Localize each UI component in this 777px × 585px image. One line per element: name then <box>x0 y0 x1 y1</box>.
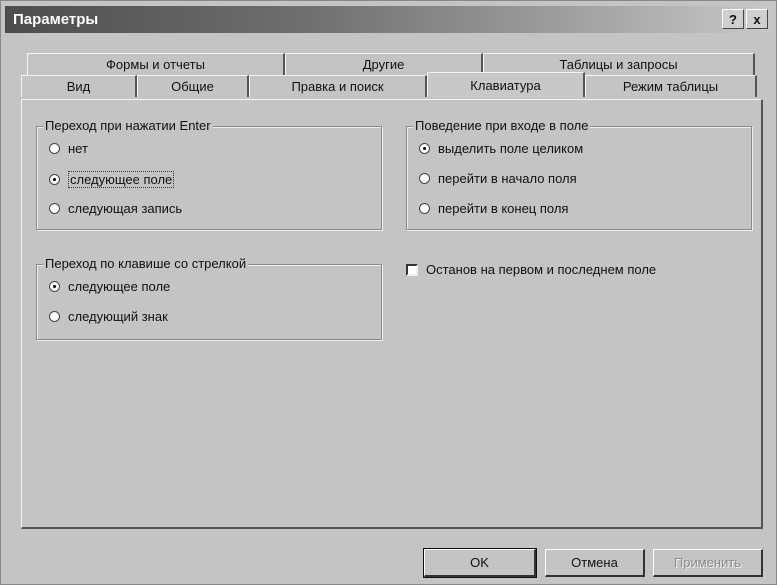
help-button[interactable]: ? <box>722 9 744 29</box>
option-label: перейти в начало поля <box>438 171 577 186</box>
radio-icon <box>49 203 60 214</box>
close-icon: x <box>753 11 761 27</box>
tab-row-bottom: Вид Общие Правка и поиск Клавиатура Режи… <box>21 72 757 97</box>
radio-selected-icon <box>49 174 60 185</box>
field-entry-group: Поведение при входе в поле выделить поле… <box>406 118 752 230</box>
tab-datasheet[interactable]: Режим таблицы <box>585 75 757 97</box>
radio-enter-none[interactable]: нет <box>49 141 88 156</box>
group-legend: Переход по клавише со стрелкой <box>43 256 249 271</box>
radio-select-whole-field[interactable]: выделить поле целиком <box>419 141 583 156</box>
options-dialog: Параметры ? x Формы и отчеты Другие Табл… <box>0 0 777 585</box>
radio-icon <box>419 173 430 184</box>
window-title: Параметры <box>13 11 99 28</box>
option-label: перейти в конец поля <box>438 201 569 216</box>
apply-button[interactable]: Применить <box>653 549 763 577</box>
checkbox-icon <box>406 263 418 276</box>
arrow-key-group: Переход по клавише со стрелкой следующее… <box>36 256 382 340</box>
radio-icon <box>419 203 430 214</box>
title-buttons: ? x <box>722 9 768 29</box>
option-label: выделить поле целиком <box>438 141 584 156</box>
cancel-button[interactable]: Отмена <box>545 549 645 577</box>
radio-icon <box>49 143 60 154</box>
close-button[interactable]: x <box>746 9 768 29</box>
tab-view[interactable]: Вид <box>21 75 137 97</box>
option-label: следующий знак <box>68 309 168 324</box>
tab-general[interactable]: Общие <box>137 75 249 97</box>
radio-arrow-next-field[interactable]: следующее поле <box>49 279 170 294</box>
enter-key-group: Переход при нажатии Enter нет следующее … <box>36 118 382 230</box>
option-label: следующая запись <box>68 201 183 216</box>
option-label: нет <box>68 141 88 156</box>
radio-enter-next-record[interactable]: следующая запись <box>49 201 182 216</box>
radio-selected-icon <box>419 143 430 154</box>
radio-go-to-start[interactable]: перейти в начало поля <box>419 171 577 186</box>
ok-button[interactable]: OK <box>423 548 537 578</box>
keyboard-tab-panel: Переход при нажатии Enter нет следующее … <box>21 99 763 529</box>
group-legend: Переход при нажатии Enter <box>43 118 213 133</box>
option-label: следующее поле <box>68 279 171 294</box>
stop-at-first-last-checkbox[interactable]: Останов на первом и последнем поле <box>406 262 656 277</box>
radio-go-to-end[interactable]: перейти в конец поля <box>419 201 568 216</box>
radio-enter-next-field[interactable]: следующее поле <box>49 171 175 188</box>
radio-arrow-next-char[interactable]: следующий знак <box>49 309 168 324</box>
tab-edit-find[interactable]: Правка и поиск <box>249 75 427 97</box>
help-icon: ? <box>729 11 737 27</box>
tab-keyboard[interactable]: Клавиатура <box>427 72 585 97</box>
group-legend: Поведение при входе в поле <box>413 118 591 133</box>
radio-icon <box>49 311 60 322</box>
title-bar: Параметры ? x <box>5 6 772 33</box>
tab-forms-reports[interactable]: Формы и отчеты <box>27 53 285 75</box>
radio-selected-icon <box>49 281 60 292</box>
tab-row-top: Формы и отчеты Другие Таблицы и запросы <box>27 53 755 75</box>
checkbox-label: Останов на первом и последнем поле <box>426 262 657 277</box>
option-label: следующее поле <box>68 171 175 188</box>
